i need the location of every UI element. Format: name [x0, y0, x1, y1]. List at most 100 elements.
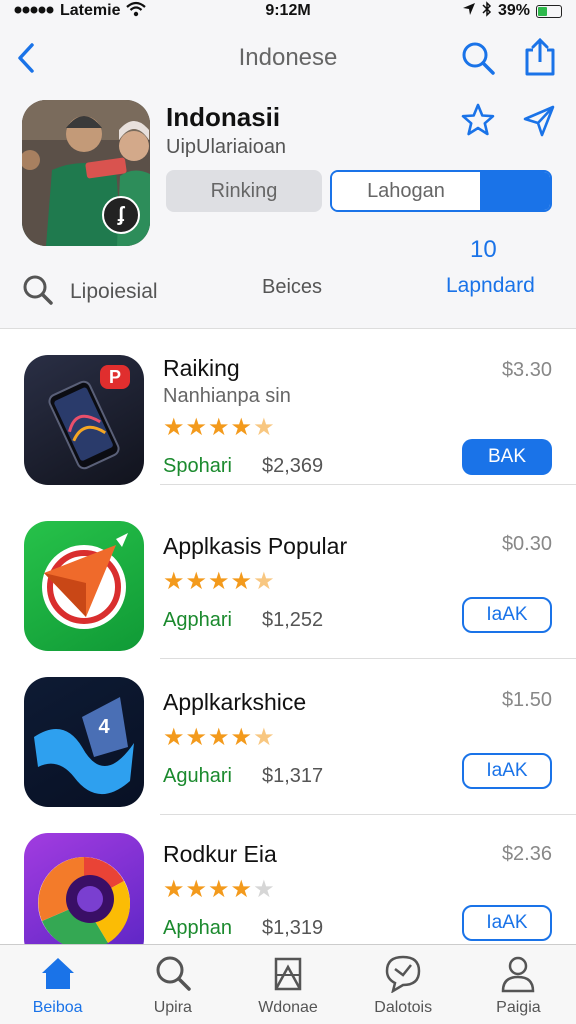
get-button[interactable]: IaAK — [462, 597, 552, 633]
rating-stars: ★★★★★ — [163, 567, 276, 596]
tab-ranking[interactable]: Rinking — [166, 170, 322, 212]
tab-label: Upira — [153, 999, 192, 1016]
divider — [160, 484, 576, 485]
rating-stars: ★★★★★ — [163, 875, 276, 904]
tab-chat[interactable]: Dalotois — [346, 945, 461, 1024]
app-price: $3.30 — [501, 359, 552, 381]
list-item[interactable]: Applkasis Popular ★★★★★ Agphari $1,252 $… — [0, 503, 576, 659]
person-icon — [502, 956, 535, 993]
app-title: Indonasii — [166, 102, 281, 132]
app-badge-icon: ʄ — [102, 196, 140, 234]
star-icon: ★ — [230, 724, 254, 751]
send-button[interactable] — [522, 104, 556, 138]
tab-profile[interactable]: Paigia — [461, 945, 576, 1024]
phone-icon: P — [24, 355, 144, 485]
star-icon: ★ — [185, 568, 209, 595]
app-price: $2.36 — [501, 843, 552, 865]
app-header: ʄ Indonasii UipUlariaioan Rinking Lahoga… — [0, 96, 576, 326]
star-icon: ★ — [253, 568, 276, 595]
get-button[interactable]: IaAK — [462, 905, 552, 941]
star-icon: ★ — [253, 876, 276, 903]
search-button[interactable] — [460, 40, 496, 76]
tab-home[interactable]: Beiboa — [0, 945, 115, 1024]
app-reviews: $1,319 — [262, 917, 324, 939]
status-bar: Latemie 9:12M 39% — [0, 0, 576, 22]
list-item[interactable]: Rodkur Eia ★★★★★ Apphan $1,319 $2.36 IaA… — [0, 815, 576, 944]
send-icon — [523, 105, 555, 137]
carrier-name: Latemie — [60, 2, 121, 19]
star-icon: ★ — [230, 414, 254, 441]
app-category: Aguhari — [163, 765, 232, 787]
star-icon: ★ — [163, 568, 186, 595]
battery-level — [538, 6, 547, 16]
app-price: $1.50 — [501, 689, 552, 711]
app-price: $0.30 — [501, 533, 552, 555]
app-category: Agphari — [163, 609, 232, 631]
app-name: Applkarkshice — [163, 689, 307, 715]
leaderboard-link[interactable]: Lapndard — [446, 274, 535, 298]
rating-stars: ★★★★★ — [163, 723, 276, 752]
tab-search[interactable]: Upira — [115, 945, 230, 1024]
tab-layers[interactable]: Wdonae — [230, 945, 345, 1024]
app-reviews: $2,369 — [262, 455, 324, 477]
filter-search-button[interactable] — [22, 274, 54, 306]
battery-percent: 39% — [497, 2, 530, 19]
search-icon — [462, 42, 495, 75]
svg-text:4: 4 — [98, 716, 110, 738]
star-icon: ★ — [208, 414, 231, 441]
tab-label: Wdonae — [258, 999, 318, 1016]
tab-label: Beiboa — [32, 999, 83, 1016]
favorite-button[interactable] — [460, 102, 496, 138]
star-icon — [461, 103, 495, 136]
star-icon: ★ — [253, 724, 276, 751]
list-item[interactable]: 4 Applkarkshice ★★★★★ Aguhari $1,317 $1.… — [0, 659, 576, 815]
list-item[interactable]: P Raiking Nanhianpa sin ★★★★★ Spohari $2… — [0, 329, 576, 485]
tab-label: Paigia — [496, 999, 541, 1016]
app-list: P Raiking Nanhianpa sin ★★★★★ Spohari $2… — [0, 328, 576, 944]
star-icon: ★ — [163, 724, 186, 751]
star-icon: ★ — [163, 876, 186, 903]
tab-label: Dalotois — [374, 999, 433, 1016]
star-icon: ★ — [208, 876, 231, 903]
share-button[interactable] — [522, 36, 558, 78]
compass-icon — [24, 521, 144, 651]
app-name: Rodkur Eia — [163, 841, 277, 867]
result-count: 10 — [470, 236, 497, 263]
chrome-icon — [24, 833, 144, 944]
app-reviews: $1,252 — [262, 609, 324, 631]
location-icon — [462, 2, 476, 21]
nav-bar: Indonese — [0, 30, 576, 86]
signal-icon — [14, 2, 54, 20]
app-category: Spohari — [163, 455, 232, 477]
app-name: Applkasis Popular — [163, 533, 348, 559]
app-subtitle: UipUlariaioan — [166, 136, 287, 158]
tab-language[interactable]: Lahogan — [330, 170, 552, 212]
bluetooth-icon — [482, 0, 492, 22]
star-icon: ★ — [208, 568, 231, 595]
app-photo: ʄ — [22, 100, 150, 246]
app-subtitle: Nanhianpa sin — [163, 385, 291, 407]
search-icon — [23, 275, 53, 305]
get-button[interactable]: IaAK — [462, 753, 552, 789]
star-icon: ★ — [230, 876, 254, 903]
rating-stars: ★★★★★ — [163, 413, 276, 442]
app-name: Raiking — [163, 355, 240, 381]
share-icon — [525, 37, 555, 76]
svg-text:P: P — [109, 367, 121, 387]
wifi-icon — [126, 1, 147, 22]
search-icon — [156, 956, 191, 991]
app-reviews: $1,317 — [262, 765, 324, 787]
layers-icon — [274, 957, 302, 991]
tab-language-indicator — [480, 172, 550, 210]
status-right: 39% — [462, 0, 562, 22]
basics-label[interactable]: Beices — [262, 276, 322, 299]
chat-icon — [385, 955, 421, 993]
star-icon: ★ — [230, 568, 254, 595]
battery-icon — [536, 4, 562, 18]
star-icon: ★ — [163, 414, 186, 441]
home-icon — [41, 958, 74, 989]
tab-bar: Beiboa Upira Wdonae Dalotois Paigia — [0, 944, 576, 1024]
star-icon: ★ — [208, 724, 231, 751]
get-button[interactable]: BAK — [462, 439, 552, 475]
star-icon: ★ — [185, 876, 209, 903]
